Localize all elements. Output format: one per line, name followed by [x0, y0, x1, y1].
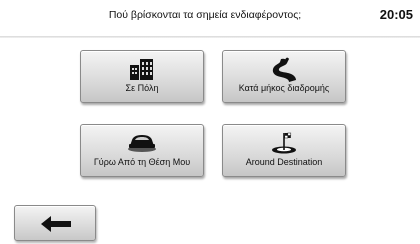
back-button[interactable]: [14, 205, 96, 241]
around-my-position-button[interactable]: Γύρω Από τη Θέση Μου: [80, 124, 204, 177]
back-arrow-icon: [41, 216, 71, 237]
city-buildings-icon: [129, 57, 155, 86]
header-divider: [0, 36, 420, 38]
car-position-icon: [126, 131, 158, 158]
around-destination-button[interactable]: Around Destination: [222, 124, 346, 177]
clock: 20:05: [379, 7, 413, 22]
around-destination-label: Around Destination: [245, 157, 323, 167]
page-title: Πού βρίσκονται τα σημεία ενδιαφέροντος;: [108, 9, 302, 21]
in-city-button[interactable]: Σε Πόλη: [80, 50, 204, 103]
along-route-label: Κατά μήκος διαδρομής: [238, 83, 330, 93]
around-my-position-label: Γύρω Από τη Θέση Μου: [93, 157, 191, 167]
header-bar: Πού βρίσκονται τα σημεία ενδιαφέροντος; …: [0, 0, 420, 36]
destination-flag-icon: [269, 131, 299, 160]
in-city-label: Σε Πόλη: [125, 83, 159, 93]
along-route-button[interactable]: Κατά μήκος διαδρομής: [222, 50, 346, 103]
